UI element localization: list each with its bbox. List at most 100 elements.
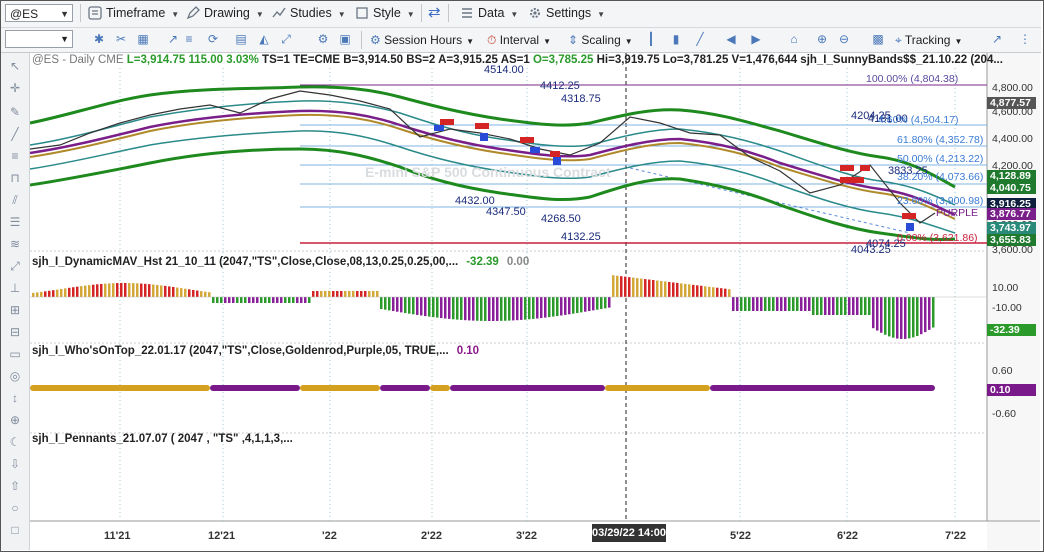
histogram-bar [172,286,175,297]
histogram-bar [604,297,607,309]
histogram-bar [472,297,475,321]
options-icon[interactable]: ⋮ [1017,31,1033,47]
gann-tool-icon[interactable]: ⊞ [7,303,23,317]
histogram-bar [448,297,451,319]
square-tool-icon[interactable]: □ [7,523,23,537]
chart-type-combo[interactable]: ▼ [5,30,73,48]
arc-tool-icon[interactable]: ☾ [7,435,23,449]
indicator3-header: sjh_I_Pennants_21.07.07 ( 2047 , "TS" ,4… [32,433,293,445]
arrow-up-tool-icon[interactable]: ⇧ [7,479,23,493]
arrow-tool-icon[interactable]: ↕ [7,391,23,405]
snap-icon[interactable]: ✂ [113,31,129,47]
data-icon [460,6,474,20]
timeframe-menu[interactable]: Timeframe ▼ [88,3,179,23]
settings-menu[interactable]: Settings ▼ [528,3,605,23]
session-hours-menu[interactable]: ⚙ Session Hours ▼ [370,30,474,50]
format-icon[interactable]: ▣ [337,31,353,47]
histogram-bar [380,297,383,309]
settings-icon[interactable]: ⚙ [315,31,331,47]
histogram-bar [840,297,843,315]
chevron-down-icon: ▼ [954,37,963,46]
histogram-bar [752,297,755,311]
list-icon[interactable]: ≡ [181,31,197,47]
histogram-bar [892,297,895,338]
bar-chart-icon[interactable]: ┃ [643,31,659,47]
zoom-in-icon[interactable]: ⊕ [814,31,830,47]
trend-icon[interactable]: ↗ [989,31,1005,47]
style-icon [355,6,369,20]
histogram-bar [680,283,683,297]
symbol-input[interactable]: @ES ▼ [5,4,73,22]
crosshair-tool-icon[interactable]: ✛ [7,81,23,95]
zoom-out-icon[interactable]: ⊖ [836,31,852,47]
circle-tool-icon[interactable]: ○ [7,501,23,515]
fib-label: 4.60% (4,504.17) [878,114,959,126]
indicator2-header: sjh_I_Who'sOnTop_22.01.17 (2047,"TS",Clo… [32,345,479,357]
histogram-bar [812,297,815,315]
home-icon[interactable]: ⌂ [786,31,802,47]
tracking-menu[interactable]: ⌖ Tracking ▼ [895,30,962,50]
histogram-bar [548,297,551,318]
cursor-tool-icon[interactable]: ↖ [7,59,23,73]
histogram-bar [224,297,227,303]
histogram-bar [932,297,935,328]
histogram-bar [444,297,447,319]
rect-tool-icon[interactable]: ▭ [7,347,23,361]
histogram-bar [204,291,207,297]
header-exchange: CME [98,54,124,66]
chevron-down-icon[interactable]: ▼ [60,5,69,23]
zoom-chart-icon[interactable]: ⤢ [278,31,294,47]
grid-icon[interactable]: ▦ [135,31,151,47]
text-tool-icon[interactable]: ⊕ [7,413,23,427]
histogram-bar [148,284,151,297]
vline-tool-icon[interactable]: ⊓ [7,171,23,185]
trendline-tool-icon[interactable]: ╱ [7,127,23,141]
cursor-icon[interactable]: ↗ [165,31,181,47]
cycle-tool-icon[interactable]: ⊟ [7,325,23,339]
histogram-bar [824,297,827,315]
histogram-bar [52,290,55,297]
arrow-down-tool-icon[interactable]: ⇩ [7,457,23,471]
refresh-icon[interactable]: ⟳ [205,31,221,47]
histogram-bar [880,297,883,333]
histogram-bar [292,297,295,303]
drawing-menu[interactable]: Drawing ▼ [186,3,264,23]
header-te: TE=CME [293,54,341,66]
line-chart-icon[interactable]: ╱ [692,31,708,47]
histogram-bar [764,297,767,311]
ray-tool-icon[interactable]: ⤢ [7,259,23,273]
snapshot-icon[interactable]: ▩ [870,31,886,47]
pen-tool-icon[interactable]: ✎ [7,105,23,119]
studies-menu[interactable]: Studies ▼ [272,3,346,23]
interval-menu[interactable]: ⏱ Interval ▼ [487,30,551,50]
fib-tool-icon[interactable]: ☰ [7,215,23,229]
candlestick-icon[interactable]: ▮ [668,31,684,47]
chart-area-icon[interactable]: ◭ [256,31,272,47]
layout-icon[interactable]: ⇄ [428,3,441,23]
data-menu[interactable]: Data ▼ [460,3,518,23]
table-icon[interactable]: ▤ [233,31,249,47]
histogram-bar [796,297,799,311]
channel-tool-icon[interactable]: ⫽ [7,193,23,207]
sync-icon[interactable]: ✱ [91,31,107,47]
histogram-bar [200,291,203,297]
header-bid: B=3,914.50 [343,54,404,66]
histogram-bar [276,297,279,303]
scroll-right-icon[interactable]: ▶ [748,31,764,47]
scaling-menu[interactable]: ⇕ Scaling ▼ [568,30,633,50]
scaling-label: Scaling [581,33,621,47]
time-tick: 2'22 [421,530,442,542]
price-chart[interactable] [30,53,1040,550]
style-menu[interactable]: Style ▼ [355,3,415,23]
histogram-bar [388,297,391,311]
histogram-bar [164,285,167,297]
fan-tool-icon[interactable]: ≋ [7,237,23,251]
scroll-left-icon[interactable]: ◀ [723,31,739,47]
price-tag: 4,877.57 [987,97,1036,109]
hline-tool-icon[interactable]: ≡ [7,149,23,163]
time-tick: 5'22 [730,530,751,542]
pitchfork-tool-icon[interactable]: ⊥ [7,281,23,295]
histogram-bar [832,297,835,315]
ellipse-tool-icon[interactable]: ◎ [7,369,23,383]
histogram-bar [792,297,795,311]
